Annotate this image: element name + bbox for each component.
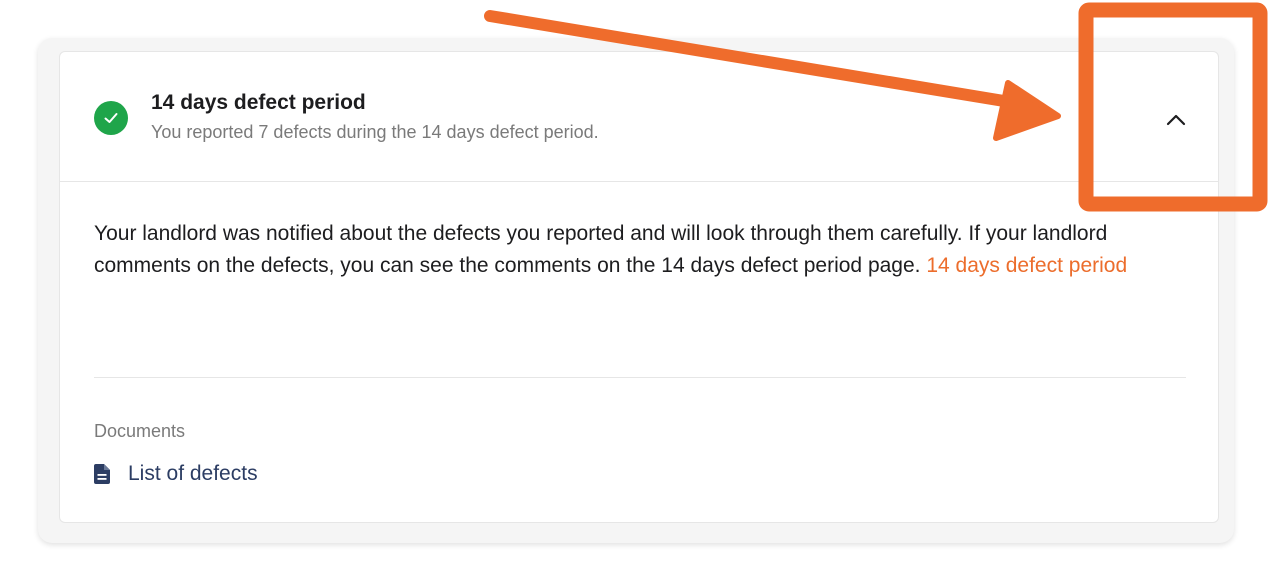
document-link-list-of-defects[interactable]: List of defects (94, 458, 258, 490)
section-divider (94, 377, 1186, 378)
check-circle-icon (94, 101, 128, 135)
card-title: 14 days defect period (151, 91, 366, 114)
collapse-toggle-button[interactable] (1160, 104, 1192, 136)
card-header[interactable]: 14 days defect period You reported 7 def… (60, 52, 1218, 182)
defect-period-card: 14 days defect period You reported 7 def… (59, 51, 1219, 523)
card-subtitle: You reported 7 defects during the 14 day… (151, 122, 599, 142)
file-text-icon (94, 463, 112, 485)
document-label: List of defects (128, 462, 258, 485)
card-body-text: Your landlord was notified about the def… (94, 218, 1189, 282)
defect-period-link[interactable]: 14 days defect period (926, 254, 1127, 277)
chevron-up-icon (1166, 114, 1186, 126)
documents-label: Documents (94, 421, 186, 441)
